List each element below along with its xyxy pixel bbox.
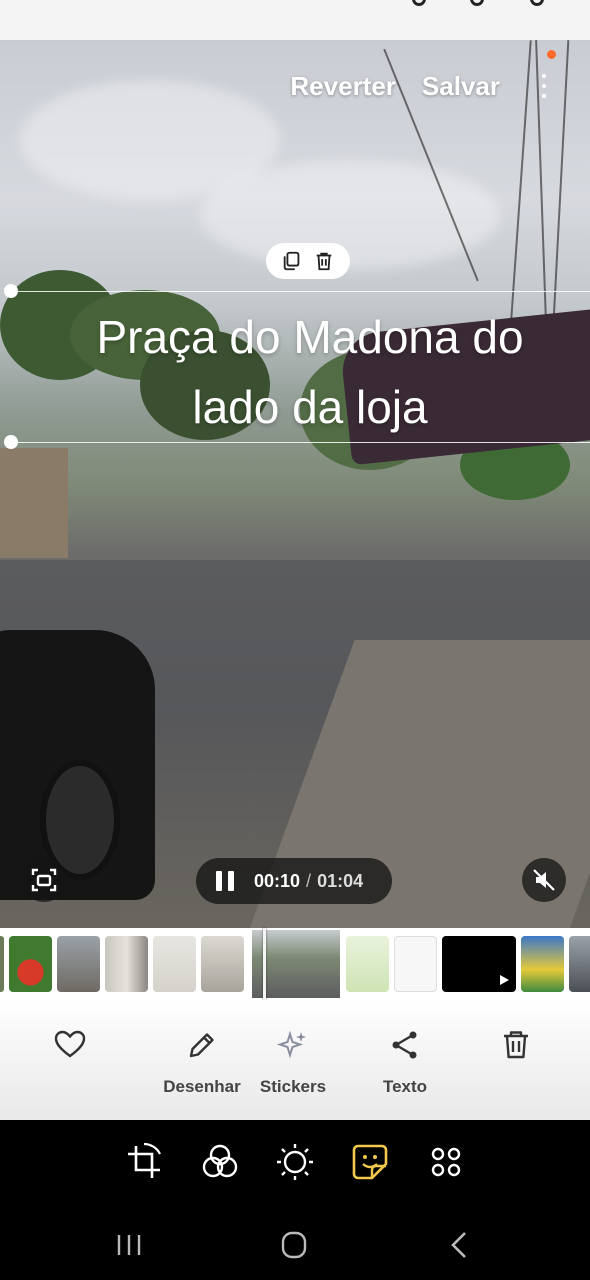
filmstrip-thumbnail[interactable] (9, 936, 52, 992)
delete-button[interactable] (471, 1028, 561, 1067)
notification-dot (547, 50, 556, 59)
brightness-icon[interactable] (275, 1142, 315, 1182)
time-separator: / (306, 870, 312, 891)
filmstrip-thumbnail[interactable] (201, 936, 244, 992)
capture-frame-icon (31, 868, 57, 892)
trash-icon (504, 1031, 528, 1059)
draw-label: Desenhar (163, 1077, 241, 1096)
more-tools-icon[interactable] (426, 1142, 466, 1182)
filmstrip-playhead[interactable] (263, 928, 266, 1000)
duplicate-icon[interactable] (281, 250, 303, 272)
edit-tool-bar (0, 1120, 590, 1210)
mute-icon (533, 869, 555, 891)
resize-handle[interactable] (4, 284, 18, 298)
draw-button[interactable]: Desenhar (157, 1028, 247, 1097)
playback-time: 00:10/01:04 (254, 871, 363, 892)
save-button[interactable]: Salvar (422, 71, 500, 102)
text-box-top-edge (10, 291, 590, 292)
back-icon[interactable] (442, 1230, 478, 1260)
stickers-button[interactable]: Stickers (248, 1028, 338, 1097)
filters-icon[interactable] (200, 1142, 240, 1182)
filmstrip-video-thumbnail[interactable] (442, 936, 516, 992)
filmstrip[interactable] (0, 928, 590, 1000)
text-button[interactable]: Texto (360, 1028, 450, 1097)
favorite-button[interactable] (25, 1028, 115, 1067)
filmstrip-thumbnail[interactable] (105, 936, 148, 992)
recent-apps-icon[interactable] (111, 1230, 147, 1260)
text-overlay-line: lado da loja (192, 381, 428, 433)
text-overlay-line: Praça do Madona do (96, 311, 524, 363)
total-time: 01:04 (317, 870, 364, 891)
pencil-icon (189, 1033, 214, 1058)
capture-frame-button[interactable] (22, 858, 66, 902)
revert-button[interactable]: Reverter (290, 71, 396, 102)
video-frame[interactable] (0, 40, 590, 928)
filmstrip-thumbnail[interactable] (521, 936, 564, 992)
status-icon (470, 0, 484, 6)
editor-top-actions: Reverter Salvar (290, 68, 590, 104)
filmstrip-thumbnail[interactable] (569, 936, 590, 992)
more-options-icon[interactable] (526, 68, 562, 104)
text-label: Texto (382, 1077, 428, 1096)
sticker-icon[interactable] (350, 1142, 390, 1182)
filmstrip-thumbnail[interactable] (346, 936, 389, 992)
play-icon (500, 975, 509, 985)
filmstrip-thumbnail[interactable] (57, 936, 100, 992)
delete-text-icon[interactable] (313, 250, 335, 272)
status-icon (530, 0, 544, 6)
current-time: 00:10 (254, 870, 301, 891)
stickers-label: Stickers (259, 1077, 327, 1096)
home-icon[interactable] (276, 1230, 312, 1260)
share-icon (392, 1031, 417, 1059)
status-icon (412, 0, 426, 6)
filmstrip-thumbnail[interactable] (394, 936, 437, 992)
pause-icon[interactable] (216, 871, 234, 891)
text-box-bottom-edge (10, 442, 590, 443)
rotate-crop-icon[interactable] (124, 1142, 164, 1182)
mute-button[interactable] (522, 858, 566, 902)
car (0, 630, 155, 900)
video-player-controls: 00:10/01:04 (196, 858, 392, 904)
text-box-controls (266, 243, 350, 279)
filmstrip-thumbnail[interactable] (0, 936, 4, 992)
system-navigation-bar (0, 1210, 590, 1280)
filmstrip-thumbnail[interactable] (153, 936, 196, 992)
action-bar: Desenhar Stickers Texto (0, 1000, 590, 1120)
heart-icon (54, 1030, 86, 1058)
status-bar (0, 0, 590, 40)
sparkle-icon (276, 1030, 306, 1059)
text-overlay[interactable]: Praça do Madona do lado da loja (0, 302, 590, 442)
